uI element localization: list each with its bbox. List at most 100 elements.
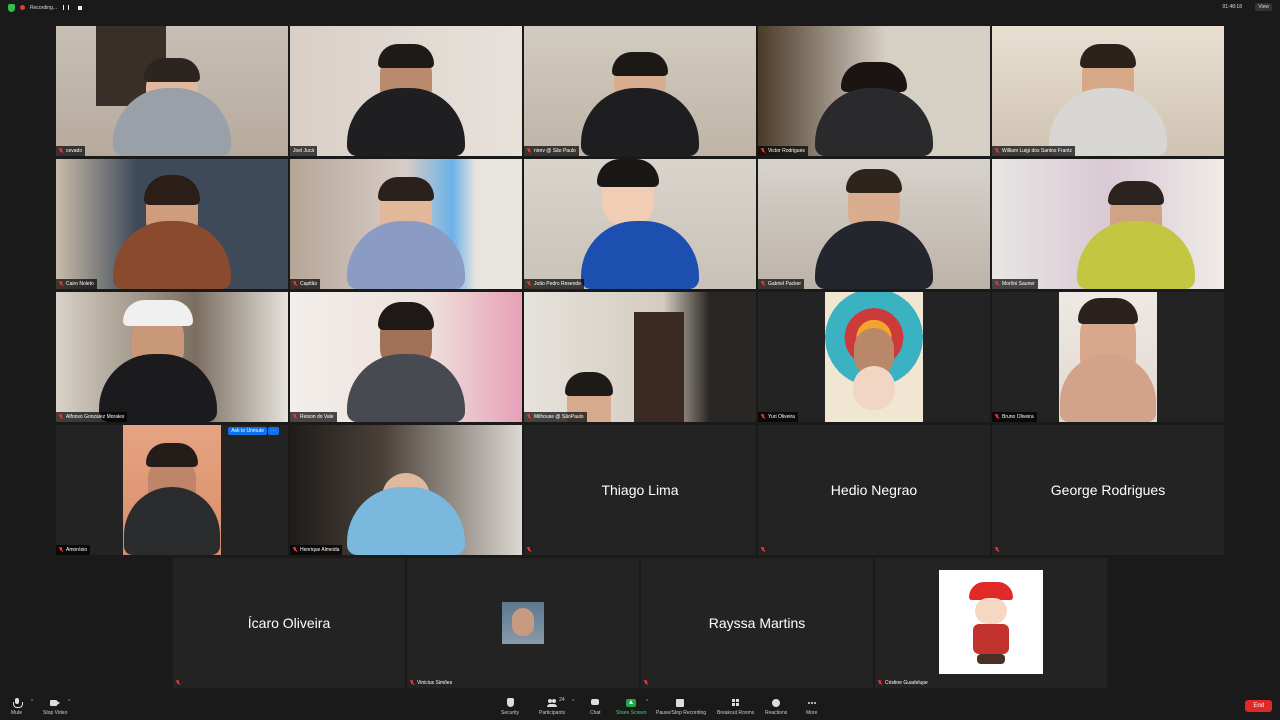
share-screen-button[interactable]: Share Screen: [616, 698, 647, 716]
more-options-icon[interactable]: ···: [268, 427, 279, 435]
participant-tile[interactable]: Cairo Noleto: [56, 159, 288, 289]
participant-name-bar: João Pedro Resende: [524, 279, 584, 289]
participant-video: [290, 425, 522, 555]
participant-name: William Luigi dos Santos Frantz: [1002, 148, 1073, 154]
participant-name: Capitão: [300, 281, 318, 287]
participant-tile-no-video[interactable]: Rayssa Martins: [641, 558, 873, 688]
participant-tile[interactable]: Victor Rodrigues: [758, 26, 990, 156]
participant-tile[interactable]: Alfonso Gonzalez Morales: [56, 292, 288, 422]
ask-to-unmute-button[interactable]: Ask to Unmute: [228, 427, 267, 435]
chat-button[interactable]: Chat: [590, 698, 601, 716]
muted-mic-icon: [527, 414, 531, 420]
participant-tile-active-speaker[interactable]: Joel Jucá: [290, 26, 522, 156]
participant-tile-profile-photo[interactable]: Cristine Guadelupe: [875, 558, 1107, 688]
participant-tile-no-video[interactable]: George Rodrigues: [992, 425, 1224, 555]
pause-recording-icon[interactable]: [62, 3, 71, 12]
participant-name: Victor Rodrigues: [768, 148, 805, 154]
participant-name-bar: cevado: [56, 146, 86, 156]
security-shield-icon: [8, 3, 15, 12]
participant-tile[interactable]: Bruno Oliveira: [992, 292, 1224, 422]
video-camera-icon: [50, 698, 61, 708]
participant-name: cevado: [66, 148, 83, 154]
participant-video: [524, 159, 756, 289]
participant-name-bar: William Luigi dos Santos Frantz: [992, 146, 1076, 156]
video-options-chevron-icon[interactable]: ^: [68, 699, 70, 705]
participant-tile[interactable]: Ask to Unmute ··· Amorésio: [56, 425, 288, 555]
stop-video-button[interactable]: Stop Video: [43, 698, 67, 716]
muted-mic-icon: [59, 281, 63, 287]
participant-name-bar: Gabriel Packer: [758, 279, 805, 289]
participant-tile[interactable]: Yuri Oliveira: [758, 292, 990, 422]
muted-mic-icon: [761, 148, 765, 154]
reactions-button[interactable]: Reactions: [765, 698, 787, 716]
participant-tile[interactable]: João Pedro Resende: [524, 159, 756, 289]
participant-name-bar: Amorésio: [56, 545, 91, 555]
ask-to-unmute[interactable]: Ask to Unmute ···: [228, 427, 279, 435]
participant-name: Bruno Oliveira: [1002, 414, 1034, 420]
participant-name: Cristine Guadelupe: [885, 680, 928, 686]
breakout-rooms-button[interactable]: Breakout Rooms: [717, 698, 754, 716]
mute-options-chevron-icon[interactable]: ^: [31, 699, 33, 705]
participants-options-chevron-icon[interactable]: ^: [572, 699, 574, 705]
chat-label: Chat: [590, 710, 601, 716]
participant-tile[interactable]: Gabriel Packer: [758, 159, 990, 289]
stop-recording-icon[interactable]: [76, 3, 85, 12]
participant-tile[interactable]: Henrique Almeida: [290, 425, 522, 555]
participant-video: [992, 159, 1224, 289]
muted-mic-icon: [527, 281, 531, 287]
pause-stop-recording-label: Pause/Stop Recording: [656, 710, 707, 716]
participant-tile[interactable]: Reison do Vale: [290, 292, 522, 422]
participant-name: Yuri Oliveira: [768, 414, 795, 420]
shield-icon: [505, 698, 515, 708]
record-dot-icon: [20, 5, 25, 10]
view-button[interactable]: View: [1255, 3, 1272, 11]
mute-button[interactable]: Mute: [11, 698, 23, 716]
participant-name-bar: Reison do Vale: [290, 412, 337, 422]
meeting-toolbar: Mute ^ Stop Video ^ Security 24 Participa…: [0, 696, 1280, 720]
security-button[interactable]: Security: [501, 698, 519, 716]
participant-display-name: Ícaro Oliveira: [247, 615, 331, 631]
participant-name-bar: [524, 545, 534, 555]
participant-name-bar: Henrique Almeida: [290, 545, 343, 555]
participant-tile-no-video[interactable]: Hedio Negrao: [758, 425, 990, 555]
participants-icon: 24: [547, 697, 565, 708]
participant-tile[interactable]: cevado: [56, 26, 288, 156]
participant-video: [56, 159, 288, 289]
participant-name: Morôni Sauner: [1002, 281, 1035, 287]
pause-stop-recording-button[interactable]: Pause/Stop Recording: [656, 698, 706, 716]
muted-mic-icon: [293, 414, 297, 420]
participant-tile[interactable]: Milhouse @ SãoPaulo: [524, 292, 756, 422]
muted-mic-icon: [527, 148, 531, 154]
participant-video: [758, 26, 990, 156]
participant-tile-no-video[interactable]: Ícaro Oliveira: [173, 558, 405, 688]
participant-tile[interactable]: Capitão: [290, 159, 522, 289]
microphone-icon: [12, 698, 23, 708]
participant-tile[interactable]: Morôni Sauner: [992, 159, 1224, 289]
participant-display-name: George Rodrigues: [1050, 482, 1166, 498]
security-label: Security: [501, 710, 520, 716]
participant-name-bar: Cristine Guadelupe: [875, 678, 931, 688]
share-options-chevron-icon[interactable]: ^: [646, 699, 648, 705]
participant-tile-profile-photo[interactable]: Vinicius Simões: [407, 558, 639, 688]
end-meeting-button[interactable]: End: [1245, 700, 1272, 712]
participant-tile[interactable]: nirev @ São Paulo: [524, 26, 756, 156]
share-screen-icon: [626, 698, 637, 708]
pause-stop-recording-icon: [676, 698, 686, 708]
participant-video: [290, 26, 522, 156]
participant-video: [56, 26, 288, 156]
participants-button[interactable]: 24 Participants: [539, 697, 566, 716]
more-button[interactable]: More: [806, 698, 817, 716]
participants-count: 24: [559, 697, 565, 703]
meeting-clock: 01:48:18: [1222, 4, 1242, 10]
muted-mic-icon: [59, 547, 63, 553]
more-label: More: [806, 710, 818, 716]
participant-name-bar: Capitão: [290, 279, 321, 289]
muted-mic-icon: [761, 414, 765, 420]
share-screen-label: Share Screen: [616, 710, 647, 716]
participant-tile[interactable]: William Luigi dos Santos Frantz: [992, 26, 1224, 156]
participant-name-bar: Milhouse @ SãoPaulo: [524, 412, 587, 422]
participant-name: Cairo Noleto: [66, 281, 94, 287]
participant-tile-no-video[interactable]: Thiago Lima: [524, 425, 756, 555]
participant-name-bar: [173, 678, 183, 688]
participants-label: Participants: [539, 710, 566, 716]
